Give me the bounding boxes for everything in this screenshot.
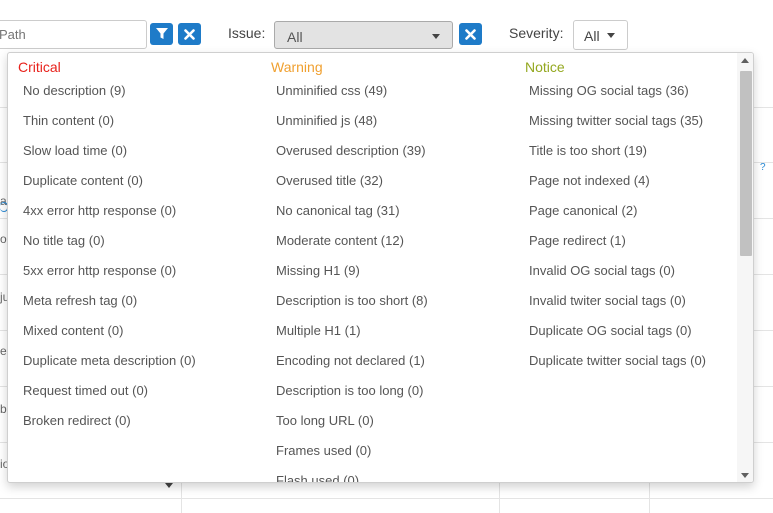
issue-option[interactable]: Title is too short (19) (529, 142, 753, 172)
issue-option[interactable]: Missing twitter social tags (35) (529, 112, 753, 142)
issue-option[interactable]: Meta refresh tag (0) (23, 292, 263, 322)
path-filter-input[interactable] (0, 20, 147, 49)
issue-option[interactable]: 5xx error http response (0) (23, 262, 263, 292)
caret-down-icon (432, 34, 440, 39)
severity-select[interactable]: All (573, 20, 628, 50)
issue-option[interactable]: 4xx error http response (0) (23, 202, 263, 232)
row-text-fragment: e (0, 344, 7, 358)
issue-option[interactable]: Page not indexed (4) (529, 172, 753, 202)
issue-option[interactable]: Duplicate OG social tags (0) (529, 322, 753, 352)
issue-option[interactable]: Request timed out (0) (23, 382, 263, 412)
critical-heading: Critical (18, 59, 61, 75)
severity-select-value: All (584, 28, 600, 44)
apply-filter-button[interactable] (150, 23, 173, 45)
issue-option[interactable]: Frames used (0) (276, 442, 516, 472)
issue-option[interactable]: Slow load time (0) (23, 142, 263, 172)
issue-option[interactable]: Missing H1 (9) (276, 262, 516, 292)
issue-option[interactable]: Too long URL (0) (276, 412, 516, 442)
help-icon[interactable]: ? (760, 162, 766, 173)
scroll-up-icon[interactable] (741, 58, 749, 63)
clear-path-button[interactable] (178, 23, 201, 45)
issue-option[interactable]: Description is too long (0) (276, 382, 516, 412)
issue-option[interactable]: Unminified css (49) (276, 82, 516, 112)
issue-option[interactable]: Duplicate meta description (0) (23, 352, 263, 382)
notice-heading: Notice (525, 59, 565, 75)
issue-dropdown-menu: Critical No description (9) Thin content… (7, 52, 754, 483)
issue-option[interactable]: No title tag (0) (23, 232, 263, 262)
row-caret-icon[interactable] (165, 483, 173, 488)
issue-option[interactable]: Moderate content (12) (276, 232, 516, 262)
issue-option[interactable]: Page canonical (2) (529, 202, 753, 232)
table-divider (0, 498, 773, 499)
issue-option[interactable]: Overused title (32) (276, 172, 516, 202)
issue-option[interactable]: Invalid OG social tags (0) (529, 262, 753, 292)
issue-option[interactable]: Multiple H1 (1) (276, 322, 516, 352)
close-icon (465, 28, 476, 40)
issue-option[interactable]: Thin content (0) (23, 112, 263, 142)
issue-option[interactable]: Flash used (0) (276, 472, 516, 482)
issue-option[interactable]: Duplicate content (0) (23, 172, 263, 202)
filter-icon (155, 28, 168, 39)
caret-down-icon (607, 33, 615, 38)
issue-option[interactable]: Page redirect (1) (529, 232, 753, 262)
severity-label: Severity: (509, 25, 564, 41)
issue-option[interactable]: No description (9) (23, 82, 263, 112)
issue-option[interactable]: Encoding not declared (1) (276, 352, 516, 382)
clear-issue-button[interactable] (459, 23, 482, 45)
issue-option[interactable]: Broken redirect (0) (23, 412, 263, 442)
issue-option[interactable]: Description is too short (8) (276, 292, 516, 322)
warning-heading: Warning (271, 59, 323, 75)
scroll-down-icon[interactable] (741, 473, 749, 478)
dropdown-scrollbar[interactable] (737, 53, 753, 482)
issue-label: Issue: (228, 25, 266, 41)
issue-option[interactable]: Unminified js (48) (276, 112, 516, 142)
issue-option[interactable]: No canonical tag (31) (276, 202, 516, 232)
filter-toolbar: Issue: All Severity: All (0, 0, 773, 52)
issue-option[interactable]: Invalid twiter social tags (0) (529, 292, 753, 322)
issue-select-value: All (287, 29, 303, 45)
issue-option[interactable]: Mixed content (0) (23, 322, 263, 352)
close-icon (184, 28, 195, 40)
issue-option[interactable]: Duplicate twitter social tags (0) (529, 352, 753, 382)
issue-option[interactable]: Missing OG social tags (36) (529, 82, 753, 112)
scroll-thumb[interactable] (740, 71, 752, 256)
issue-select[interactable]: All (274, 21, 453, 49)
issue-option[interactable]: Overused description (39) (276, 142, 516, 172)
